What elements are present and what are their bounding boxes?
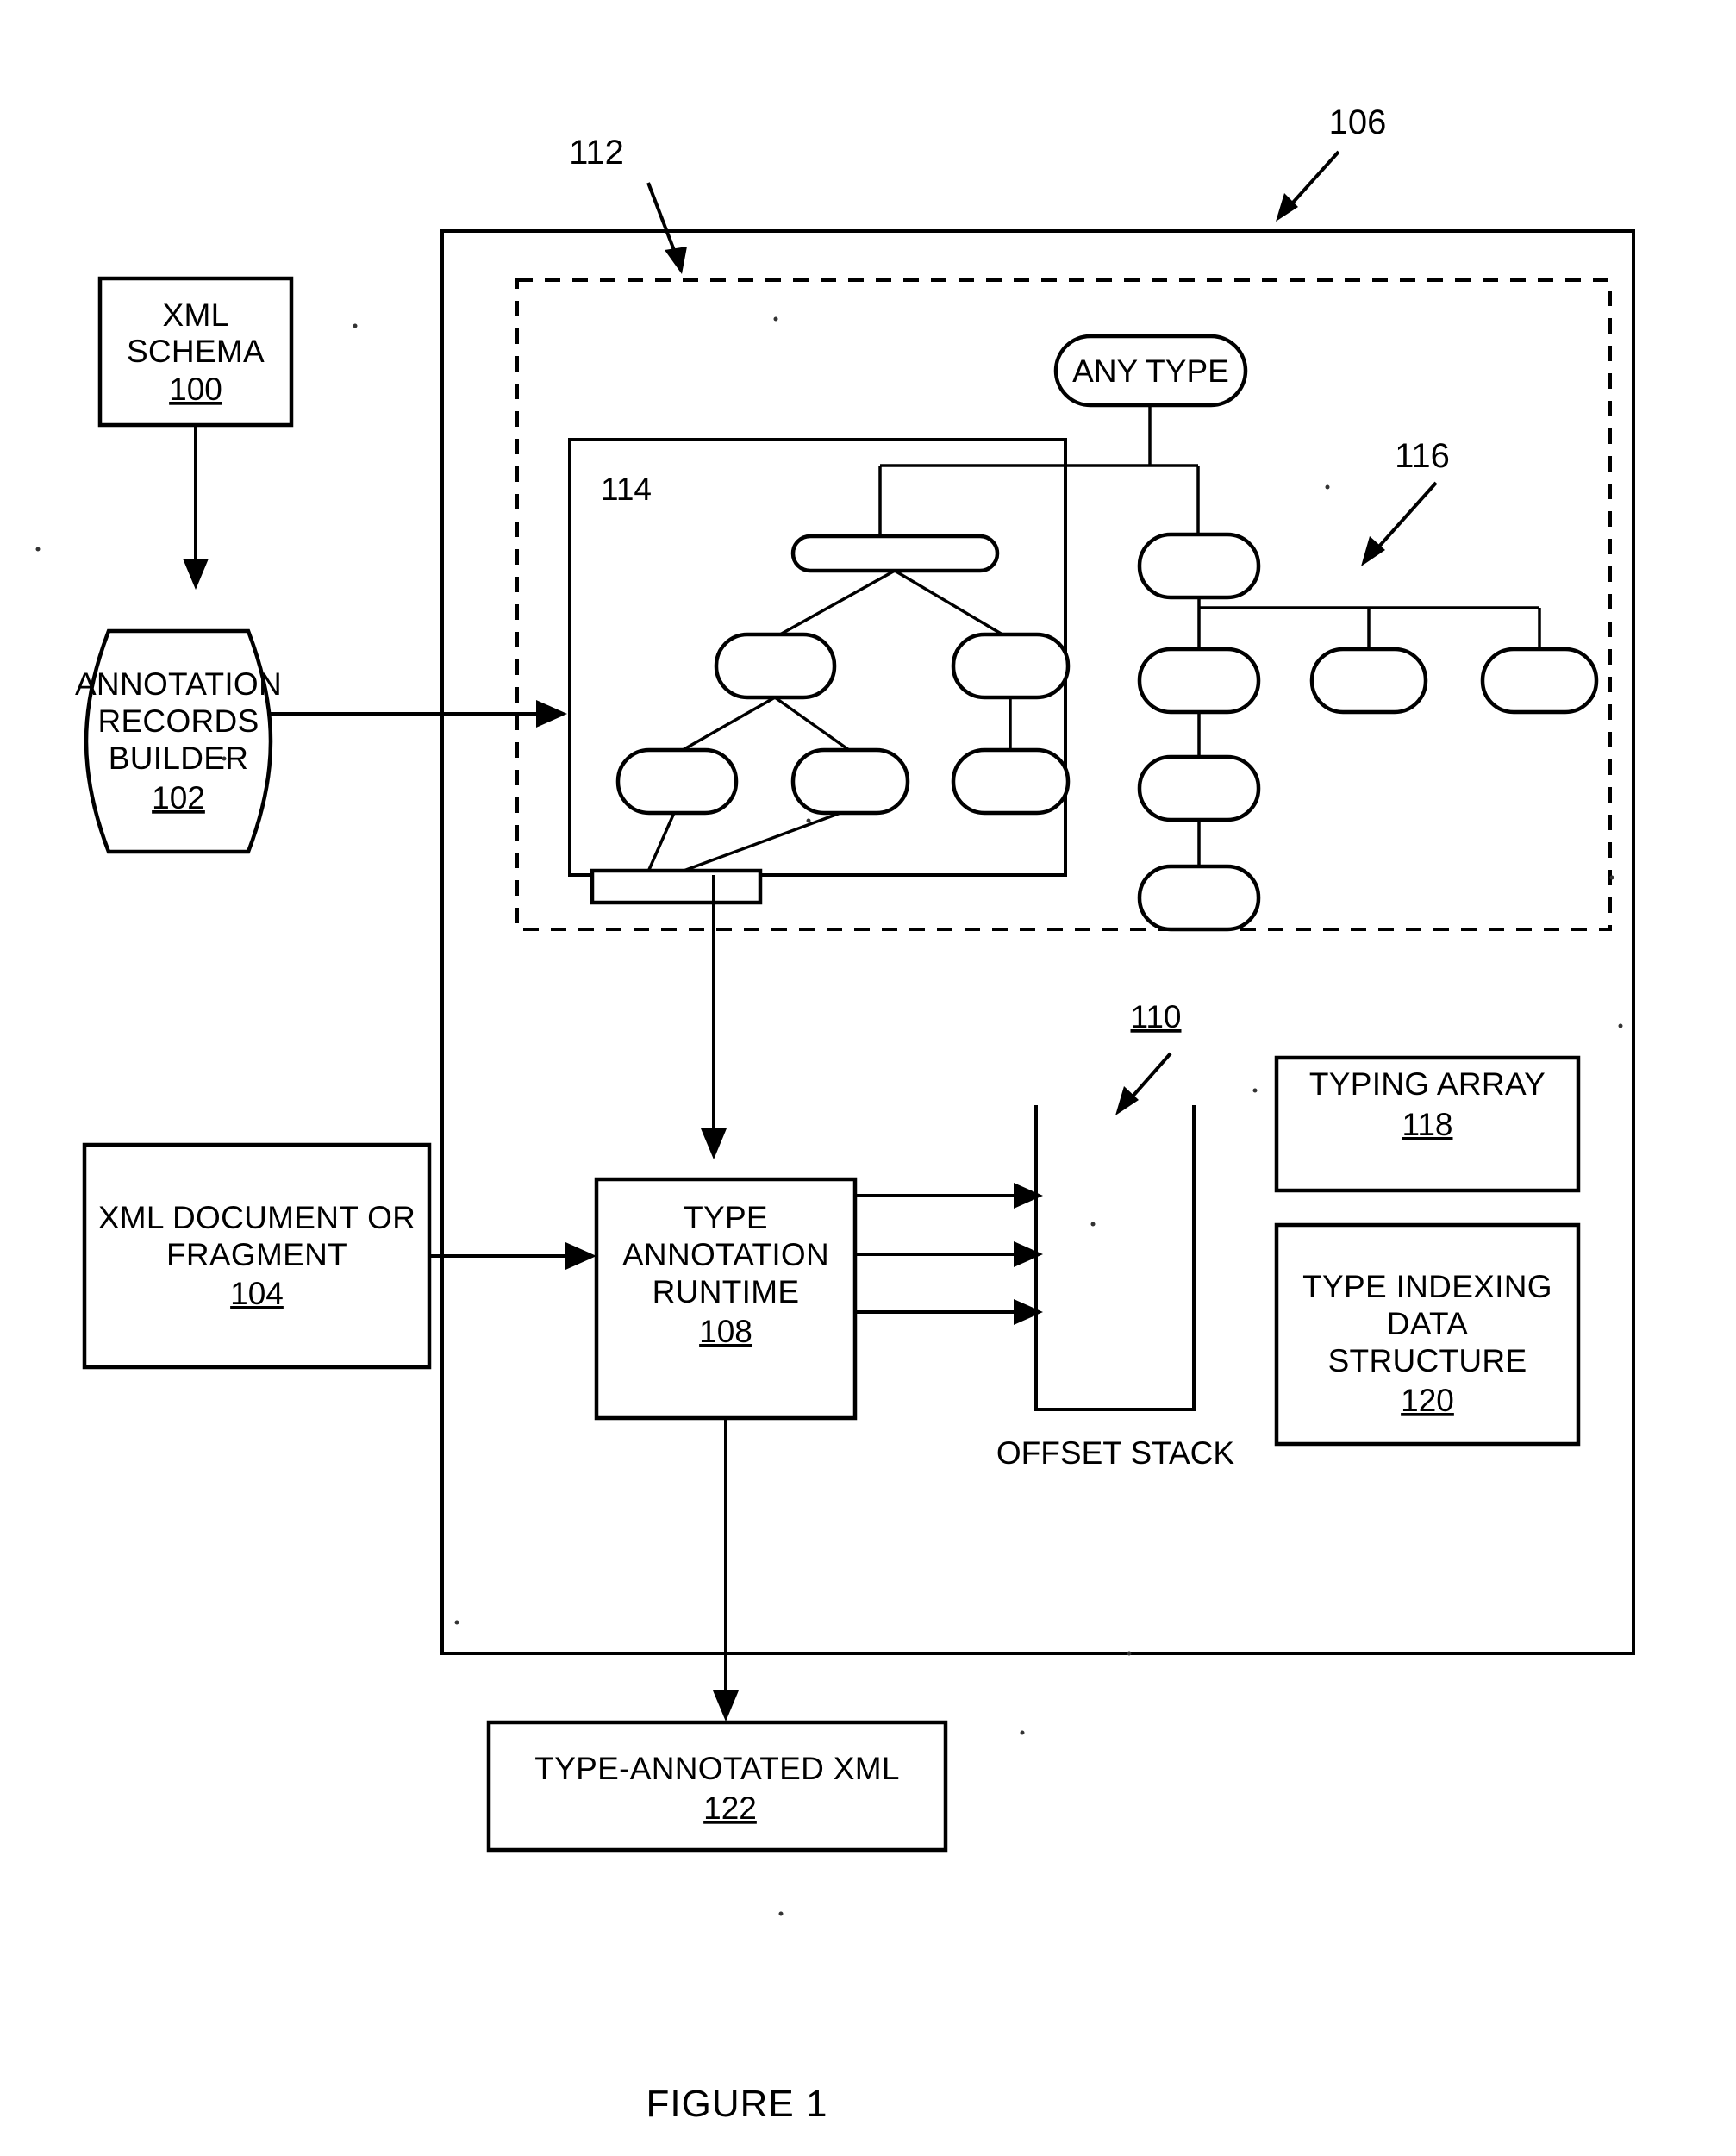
callout-110-arrowhead (1115, 1086, 1139, 1115)
builder-line2: RECORDS (97, 703, 259, 739)
tree-edge-root-left (779, 569, 896, 636)
figure-caption: FIGURE 1 (646, 2083, 828, 2125)
figure-1-diagram: 112 106 116 110 114 XML SCHEMA 100 ANNOT… (35, 103, 1635, 2125)
callout-116-arrowhead (1361, 536, 1385, 566)
builder-line1: ANNOTATION (75, 666, 282, 702)
any-type-label: ANY TYPE (1072, 353, 1229, 389)
offset-stack-label: OFFSET STACK (996, 1435, 1234, 1471)
arrow-schema-to-builder-head (183, 559, 209, 590)
builder-ref: 102 (152, 780, 205, 816)
callout-116-leader (1369, 481, 1438, 558)
offset-stack-shape (1034, 1105, 1196, 1411)
callout-116-label: 116 (1395, 437, 1450, 475)
xml-document-line2: FRAGMENT (166, 1237, 347, 1272)
tree-edge-gc-a-to-bottom (646, 812, 676, 872)
callout-112-label: 112 (569, 134, 624, 172)
callout-110-label: 110 (1131, 999, 1182, 1034)
type-indexing-ref: 120 (1401, 1383, 1454, 1418)
runtime-line1: TYPE (684, 1200, 768, 1235)
arrow-tree-to-runtime-head (701, 1128, 727, 1159)
runtime-line2: ANNOTATION (622, 1237, 829, 1272)
chain-node-sibling-right (1480, 647, 1599, 715)
tree-node-grandchild-b (790, 747, 910, 816)
arrow-runtime-to-stack-3-head (1014, 1299, 1043, 1325)
tree-edge-left-to-gc-b (773, 696, 851, 752)
callout-114-label: 114 (601, 472, 652, 507)
xml-document-line1: XML DOCUMENT OR (98, 1200, 415, 1235)
xml-schema-ref: 100 (169, 372, 222, 407)
builder-line3: BUILDER (109, 741, 248, 776)
xml-schema-line2: SCHEMA (127, 334, 265, 369)
runtime-line3: RUNTIME (653, 1274, 800, 1309)
chain-node-1 (1137, 532, 1261, 600)
patent-figure: 112 106 116 110 114 XML SCHEMA 100 ANNOT… (0, 0, 1736, 2156)
typing-array-line1: TYPING ARRAY (1309, 1066, 1546, 1102)
chain-node-4 (1137, 864, 1261, 932)
type-indexing-line2: DATA (1387, 1306, 1468, 1341)
tree-node-bottom-bar (590, 868, 763, 905)
tree-edge-left-to-gc-a (682, 696, 776, 752)
arrow-runtime-to-output-head (713, 1690, 739, 1722)
type-indexing-line1: TYPE INDEXING (1302, 1269, 1552, 1304)
type-annotated-xml-line1: TYPE-ANNOTATED XML (534, 1751, 899, 1786)
callout-106-label: 106 (1329, 103, 1387, 141)
chain-node-sibling-mid (1309, 647, 1428, 715)
arrow-runtime-to-stack-2-head (1014, 1241, 1043, 1267)
typing-array-ref: 118 (1402, 1107, 1453, 1142)
type-indexing-line3: STRUCTURE (1328, 1343, 1527, 1378)
tree-node-grandchild-a (615, 747, 739, 816)
type-annotated-xml-ref: 122 (703, 1790, 757, 1826)
tree-edge-root-right (894, 569, 1003, 636)
tree-node-left-child (714, 632, 837, 700)
type-annotated-xml-box (486, 1720, 948, 1853)
callout-106-arrowhead (1276, 193, 1298, 222)
arrow-document-to-runtime-head (565, 1242, 596, 1270)
arrow-runtime-to-stack-1-head (1014, 1183, 1043, 1209)
runtime-ref: 108 (699, 1314, 752, 1349)
chain-node-2 (1137, 647, 1261, 715)
xml-document-ref: 104 (230, 1276, 284, 1311)
callout-112-arrowhead (665, 247, 687, 274)
arrow-builder-to-tree-head (536, 700, 567, 728)
tree-node-right-child (951, 632, 1071, 700)
tree-edge-gc-b-to-bottom (676, 811, 841, 875)
tree-node-grandchild-c (951, 747, 1071, 816)
xml-schema-line1: XML (163, 297, 229, 333)
chain-node-3 (1137, 754, 1261, 822)
tree-node-root (790, 534, 1000, 573)
